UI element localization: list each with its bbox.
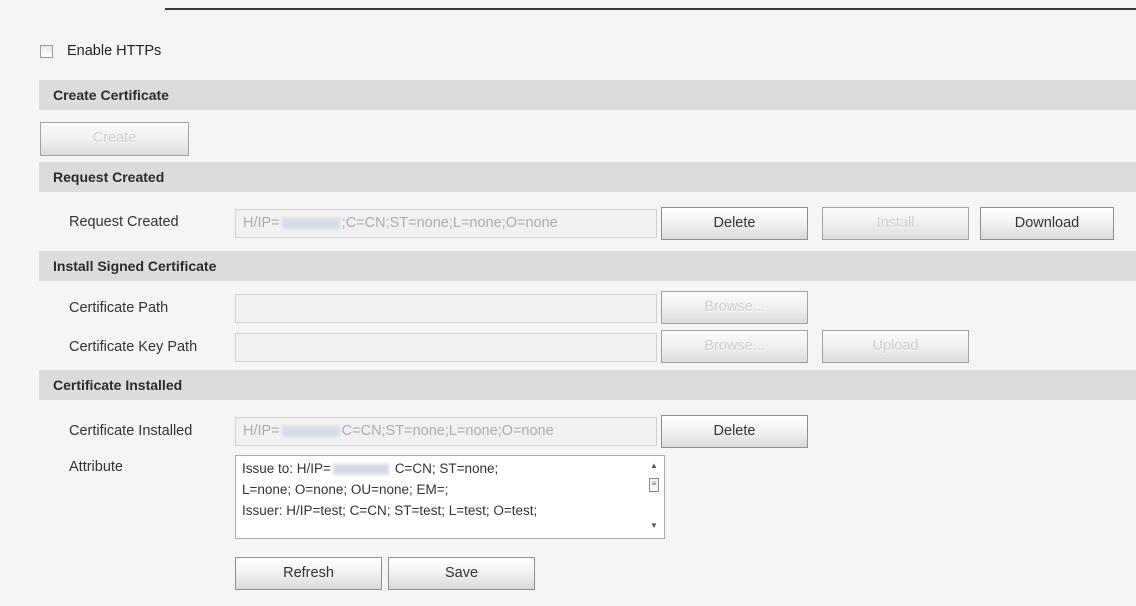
scroll-down-arrow-icon[interactable]: ▼ bbox=[644, 518, 664, 534]
top-divider bbox=[165, 8, 1136, 10]
create-certificate-header: Create Certificate bbox=[39, 80, 1136, 110]
refresh-button[interactable]: Refresh bbox=[235, 557, 382, 590]
certificate-key-path-field[interactable] bbox=[235, 333, 657, 362]
certificate-path-label: Certificate Path bbox=[69, 300, 169, 316]
create-button[interactable]: Create bbox=[40, 122, 189, 156]
installed-value-prefix: H/IP= bbox=[243, 423, 280, 439]
request-created-field: H/IP= ;C=CN;ST=none;L=none;O=none bbox=[235, 209, 657, 238]
install-button[interactable]: Install bbox=[822, 207, 969, 240]
save-button[interactable]: Save bbox=[388, 557, 535, 590]
certificate-installed-field: H/IP= C=CN;ST=none;L=none;O=none bbox=[235, 417, 657, 446]
browse-key-button[interactable]: Browse... bbox=[661, 330, 808, 363]
certificate-installed-header: Certificate Installed bbox=[39, 370, 1136, 400]
request-created-value-prefix: H/IP= bbox=[243, 215, 280, 231]
attribute-line: L=none; O=none; OU=none; EM=; bbox=[242, 482, 449, 497]
certificate-key-path-label: Certificate Key Path bbox=[69, 339, 198, 355]
scroll-up-arrow-icon[interactable]: ▲ bbox=[644, 458, 664, 474]
attribute-scrollbar[interactable]: ▲ ≡ ▼ bbox=[644, 456, 664, 538]
scroll-thumb-icon[interactable]: ≡ bbox=[649, 478, 659, 492]
enable-https-label: Enable HTTPs bbox=[67, 43, 162, 59]
request-created-header: Request Created bbox=[39, 162, 1136, 192]
browse-certificate-button[interactable]: Browse... bbox=[661, 291, 808, 324]
request-created-label: Request Created bbox=[69, 214, 179, 230]
redacted-ip bbox=[332, 463, 389, 475]
redacted-ip bbox=[281, 217, 340, 229]
enable-https-row: Enable HTTPs bbox=[40, 42, 161, 60]
certificate-installed-label: Certificate Installed bbox=[69, 423, 193, 439]
attribute-label: Attribute bbox=[69, 459, 123, 475]
enable-https-checkbox[interactable] bbox=[40, 44, 53, 58]
attribute-textarea[interactable]: Issue to: H/IP= C=CN; ST=none; L=none; O… bbox=[235, 455, 665, 539]
attribute-line1-prefix: Issue to: H/IP= bbox=[242, 461, 331, 476]
certificate-path-field[interactable] bbox=[235, 294, 657, 323]
request-delete-button[interactable]: Delete bbox=[661, 207, 808, 240]
attribute-line1-suffix: C=CN; ST=none; bbox=[394, 461, 499, 476]
attribute-line: Issue to: H/IP= C=CN; ST=none; bbox=[242, 458, 664, 479]
install-signed-certificate-header: Install Signed Certificate bbox=[39, 251, 1136, 281]
installed-delete-button[interactable]: Delete bbox=[661, 415, 808, 448]
upload-button[interactable]: Upload bbox=[822, 330, 969, 363]
installed-value-suffix: C=CN;ST=none;L=none;O=none bbox=[341, 423, 554, 439]
download-button[interactable]: Download bbox=[980, 207, 1114, 240]
redacted-ip bbox=[281, 425, 340, 437]
request-created-value-suffix: ;C=CN;ST=none;L=none;O=none bbox=[341, 215, 558, 231]
attribute-line: Issuer: H/IP=test; C=CN; ST=test; L=test… bbox=[242, 503, 538, 518]
